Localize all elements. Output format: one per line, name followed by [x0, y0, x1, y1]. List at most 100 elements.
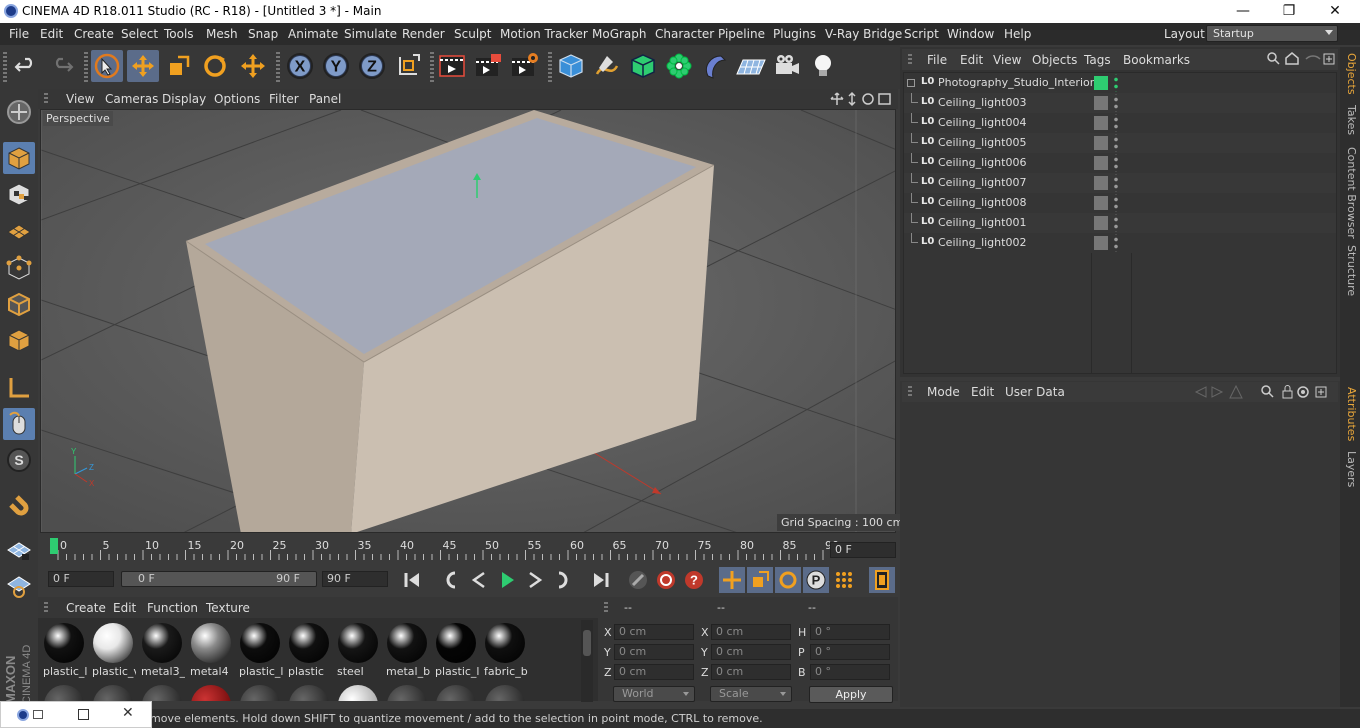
material-swatch[interactable]: steel [335, 620, 381, 682]
start-frame-field[interactable]: 0 F [48, 571, 114, 587]
object-menu-file[interactable]: File [927, 53, 947, 67]
deformer-button[interactable] [699, 50, 731, 82]
points-mode-button[interactable] [3, 252, 35, 284]
menu-snap[interactable]: Snap [248, 27, 278, 41]
object-name[interactable]: Ceiling_light005 [938, 136, 1026, 149]
editor-render-dots-icon[interactable] [1114, 214, 1118, 232]
key-pla-button[interactable] [831, 567, 857, 593]
make-editable-button[interactable] [3, 96, 35, 128]
coord-value-field[interactable]: 0 cm [711, 664, 791, 680]
edges-mode-button[interactable] [3, 288, 35, 320]
panel-grip[interactable] [908, 54, 912, 66]
move-tool-button[interactable] [127, 50, 159, 82]
attribute-nav-icons[interactable] [1192, 384, 1338, 400]
material-swatch[interactable] [384, 682, 430, 701]
tab-structure[interactable]: Structure [1342, 245, 1358, 296]
tab-attributes[interactable]: Attributes [1342, 387, 1358, 441]
undo-button[interactable] [10, 50, 42, 82]
tab-content-browser[interactable]: Content Browser [1342, 147, 1358, 239]
coord-value-field[interactable]: 0 cm [711, 624, 791, 640]
menu-simulate[interactable]: Simulate [344, 27, 397, 41]
menu-script[interactable]: Script [904, 27, 939, 41]
object-menu-bookmarks[interactable]: Bookmarks [1123, 53, 1190, 67]
go-to-end-button[interactable] [588, 567, 614, 593]
attribute-menu-mode[interactable]: Mode [927, 385, 960, 399]
object-list[interactable]: L0 Photography_Studio_Interior L0 Ceiling_l… [903, 72, 1337, 374]
material-swatch[interactable] [41, 682, 87, 701]
object-name[interactable]: Ceiling_light002 [938, 236, 1026, 249]
play-forward-button[interactable] [494, 567, 520, 593]
object-row[interactable]: L0 Ceiling_light004 [904, 113, 1336, 133]
redo-button[interactable] [46, 50, 78, 82]
current-frame-field[interactable]: 0 F [830, 542, 896, 558]
editor-render-dots-icon[interactable] [1114, 114, 1118, 132]
maximize-icon[interactable] [78, 709, 89, 720]
object-row[interactable]: L0 Ceiling_light001 [904, 213, 1336, 233]
panel-grip[interactable] [44, 602, 48, 614]
object-menu-tags[interactable]: Tags [1084, 53, 1111, 67]
object-name[interactable]: Ceiling_light007 [938, 176, 1026, 189]
tab-takes[interactable]: Takes [1342, 105, 1358, 135]
editor-render-dots-icon[interactable] [1114, 174, 1118, 192]
visibility-toggle-icon[interactable] [1094, 116, 1108, 130]
menu-mograph[interactable]: MoGraph [592, 27, 647, 41]
object-name[interactable]: Ceiling_light008 [938, 196, 1026, 209]
x-axis-lock-button[interactable]: X [284, 50, 316, 82]
previous-key-button[interactable] [438, 567, 464, 593]
editor-render-dots-icon[interactable] [1114, 74, 1118, 92]
viewport-menu-cameras[interactable]: Cameras [105, 92, 158, 106]
material-swatch[interactable]: plastic [286, 620, 332, 682]
menu-character[interactable]: Character [655, 27, 714, 41]
live-selection-button[interactable] [91, 50, 123, 82]
light-button[interactable] [807, 50, 839, 82]
visibility-toggle-icon[interactable] [1094, 216, 1108, 230]
object-manager-nav-icons[interactable] [1266, 51, 1338, 67]
expand-toggle-icon[interactable] [907, 79, 915, 87]
coord-value-field[interactable]: 0 cm [614, 644, 694, 660]
toolbar-grip[interactable] [3, 52, 7, 82]
key-rotation-button[interactable] [775, 567, 801, 593]
floor-button[interactable] [735, 50, 767, 82]
z-axis-lock-button[interactable]: Z [356, 50, 388, 82]
menu-render[interactable]: Render [402, 27, 445, 41]
object-name[interactable]: Ceiling_light006 [938, 156, 1026, 169]
material-swatch[interactable] [286, 682, 332, 701]
object-name[interactable]: Ceiling_light001 [938, 216, 1026, 229]
object-row[interactable]: L0 Ceiling_light006 [904, 153, 1336, 173]
viewport-menu-panel[interactable]: Panel [309, 92, 341, 106]
material-swatch[interactable] [335, 682, 381, 701]
object-row[interactable]: L0 Ceiling_light007 [904, 173, 1336, 193]
close-button[interactable]: ✕ [1312, 0, 1358, 23]
polygons-mode-button[interactable] [3, 324, 35, 356]
subdivision-surface-button[interactable] [627, 50, 659, 82]
visibility-toggle-icon[interactable] [1094, 236, 1108, 250]
material-menu-texture[interactable]: Texture [206, 601, 250, 615]
menu-animate[interactable]: Animate [288, 27, 338, 41]
end-frame-field[interactable]: 90 F [322, 571, 388, 587]
minimize-button[interactable]: — [1220, 0, 1266, 23]
layout-select[interactable]: Startup [1206, 25, 1338, 42]
object-name[interactable]: Ceiling_light003 [938, 96, 1026, 109]
material-menu-function[interactable]: Function [147, 601, 198, 615]
object-name[interactable]: Ceiling_light004 [938, 116, 1026, 129]
timeline-window-button[interactable] [869, 567, 895, 593]
coordinate-space-select[interactable]: World [613, 686, 695, 702]
menu-plugins[interactable]: Plugins [773, 27, 816, 41]
menu-edit[interactable]: Edit [40, 27, 63, 41]
3d-viewport[interactable]: Y Z X [40, 109, 896, 533]
camera-label[interactable]: Perspective [43, 111, 113, 126]
attribute-menu-edit[interactable]: Edit [971, 385, 994, 399]
cube-object-button[interactable] [555, 50, 587, 82]
editor-render-dots-icon[interactable] [1114, 194, 1118, 212]
tab-objects[interactable]: Objects [1342, 53, 1358, 95]
visibility-toggle-icon[interactable] [1094, 196, 1108, 210]
menu-file[interactable]: File [9, 27, 29, 41]
autokey-button[interactable]: ? [681, 567, 707, 593]
object-row[interactable]: L0 Ceiling_light005 [904, 133, 1336, 153]
material-swatch[interactable] [482, 682, 528, 701]
material-swatch[interactable]: plastic_v [90, 620, 136, 682]
layer-color-icon[interactable] [1094, 76, 1108, 90]
go-to-start-button[interactable] [399, 567, 425, 593]
toolbar-grip[interactable] [84, 52, 88, 82]
material-swatch[interactable]: plastic_l [237, 620, 283, 682]
